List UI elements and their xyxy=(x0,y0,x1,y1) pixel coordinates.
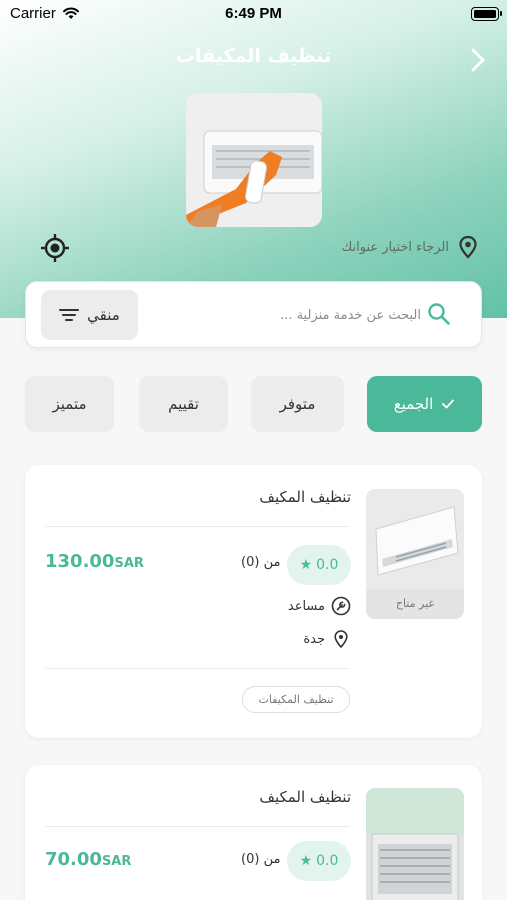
service-card[interactable]: تنظيف المكيف ★ 0.0 من (0) 70.00SAR xyxy=(25,765,482,900)
category-tag: تنظيف المكيفات xyxy=(242,686,350,713)
city-row: جدة xyxy=(303,629,351,649)
filter-chip-rating[interactable]: تقييم xyxy=(139,376,228,432)
service-thumbnail: غير متاح xyxy=(366,489,464,619)
divider xyxy=(45,826,350,827)
filter-lines-icon xyxy=(59,309,80,321)
service-price: 130.00SAR xyxy=(45,551,144,572)
service-thumbnail xyxy=(366,788,464,900)
battery-icon xyxy=(471,7,502,21)
checkmark-icon xyxy=(442,399,455,409)
service-title: تنظيف المكيف xyxy=(259,488,351,506)
status-bar: Carrier 6:49 PM xyxy=(0,0,507,28)
location-pin-icon xyxy=(334,630,348,649)
filter-chip-featured[interactable]: متميز xyxy=(25,376,114,432)
address-selector[interactable]: الرجاء اختيار عنوانك xyxy=(342,234,479,260)
service-card[interactable]: غير متاح تنظيف المكيف ★ 0.0 من (0) 130.0… xyxy=(25,465,482,738)
price-value: 70.00 xyxy=(45,849,102,870)
location-pin-icon xyxy=(459,235,477,259)
city-name: جدة xyxy=(303,631,325,647)
filter-chip-label: تقييم xyxy=(168,395,199,413)
filter-button[interactable]: منقي xyxy=(41,290,138,340)
provider-role: مساعد xyxy=(287,598,325,614)
back-chevron-icon[interactable] xyxy=(463,45,493,75)
search-icon xyxy=(428,303,450,325)
filter-chip-label: متوفر xyxy=(279,395,316,413)
clock: 6:49 PM xyxy=(225,5,282,22)
rating-value: 0.0 xyxy=(316,853,339,869)
service-hero-image xyxy=(186,93,322,227)
rating-value: 0.0 xyxy=(316,557,339,573)
divider xyxy=(45,668,350,669)
filter-chip-label: متميز xyxy=(52,395,87,413)
service-price: 70.00SAR xyxy=(45,849,131,870)
filter-chip-all[interactable]: الجميع xyxy=(367,376,482,432)
currency-label: SAR xyxy=(101,854,132,869)
filter-button-label: منقي xyxy=(87,306,120,324)
filter-chip-label: الجميع xyxy=(393,395,434,413)
rating-badge: ★ 0.0 xyxy=(287,841,351,881)
filter-chip-available[interactable]: متوفر xyxy=(251,376,344,432)
current-location-icon[interactable] xyxy=(40,233,70,263)
address-prompt: الرجاء اختيار عنوانك xyxy=(341,239,449,255)
search-input[interactable] xyxy=(151,298,421,332)
currency-label: SAR xyxy=(114,556,144,571)
star-icon: ★ xyxy=(299,557,313,573)
search-bar: منقي xyxy=(25,281,482,348)
price-value: 130.00 xyxy=(45,551,115,572)
review-count: من (0) xyxy=(241,852,281,867)
provider-role-row: مساعد xyxy=(288,596,351,616)
rating-badge: ★ 0.0 xyxy=(287,545,351,585)
divider xyxy=(45,526,350,527)
wrench-icon xyxy=(331,596,351,616)
page-title: تنظيف المكيفات xyxy=(175,45,332,67)
star-icon: ★ xyxy=(299,853,313,869)
availability-label: غير متاح xyxy=(366,589,464,619)
service-title: تنظيف المكيف xyxy=(259,788,351,806)
review-count: من (0) xyxy=(241,555,281,570)
